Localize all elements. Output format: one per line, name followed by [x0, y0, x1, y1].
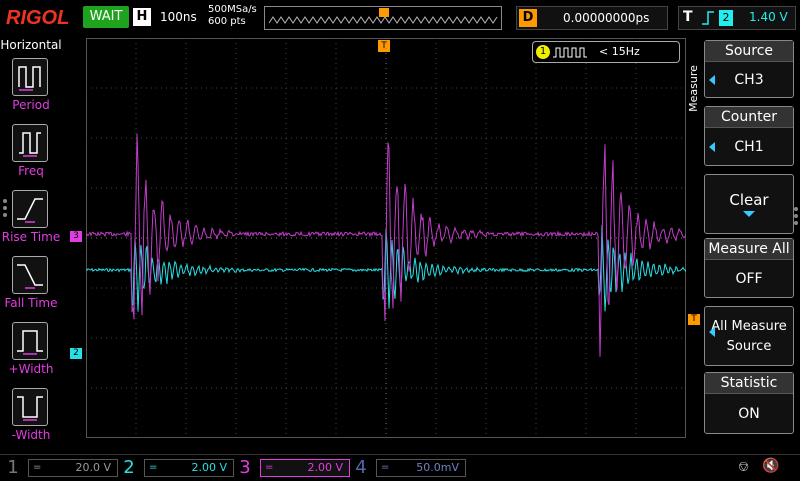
counter-value-select: CH1: [734, 139, 764, 155]
all-measure-source-softkey[interactable]: All Measure Source: [704, 306, 794, 366]
chevron-left-icon: [709, 142, 715, 152]
speaker-mute-icon[interactable]: 🔇: [762, 458, 779, 474]
frequency-counter-readout: 1 < 15Hz: [532, 41, 680, 63]
chevron-down-icon: [743, 211, 755, 217]
trigger-level: 1.40 V: [749, 10, 788, 24]
channel-bar: 1 = 20.0 V 2 = 2.00 V 3 = 2.00 V 4 = 50.0mV …: [0, 454, 800, 481]
delay-value: 0.00000000ps: [563, 11, 650, 25]
source-softkey[interactable]: Source CH3: [704, 40, 794, 98]
clear-label: Clear: [729, 191, 769, 209]
trigger-display[interactable]: T 2 1.40 V: [678, 6, 796, 30]
run-state-badge[interactable]: WAIT: [83, 6, 129, 28]
measure-period-button[interactable]: Period: [0, 58, 62, 122]
measure-all-softkey[interactable]: Measure All OFF: [704, 238, 794, 298]
memory-overview: [264, 6, 502, 30]
counter-waveform-icon: [553, 47, 587, 58]
trigger-level-marker[interactable]: T: [688, 314, 700, 325]
dc-coupling-icon: =: [149, 462, 158, 473]
delay-display[interactable]: D 0.00000000ps: [516, 6, 668, 30]
measure-positive-width-button[interactable]: +Width: [0, 322, 62, 386]
counter-softkey[interactable]: Counter CH1: [704, 106, 794, 166]
statistic-value: ON: [738, 406, 760, 422]
sample-rate: 500MSa/s: [208, 4, 257, 15]
horizontal-measure-panel: Horizontal Period Freq Rise Time Fall Ti…: [0, 38, 62, 448]
right-panel-page-dots: [793, 204, 799, 228]
usb-icon: ⎊: [738, 459, 750, 475]
measure-rise-time-button[interactable]: Rise Time: [0, 190, 62, 254]
rise-time-icon: [12, 190, 48, 228]
dc-coupling-icon: =: [265, 462, 274, 473]
left-panel-title: Horizontal: [0, 38, 62, 52]
ch3-offset-marker[interactable]: 3: [70, 231, 82, 242]
rising-edge-icon: [701, 9, 715, 31]
timebase-key: H: [133, 8, 151, 26]
fall-time-icon: [12, 256, 48, 294]
status-bar: RIGOL WAIT H 100ns 500MSa/s 600 pts D 0.…: [0, 0, 800, 36]
trigger-channel: 2: [719, 10, 733, 26]
memory-overview-waveform: [268, 8, 498, 24]
measure-frequency-button[interactable]: Freq: [0, 124, 62, 188]
dc-coupling-icon: =: [381, 462, 390, 473]
negative-width-icon: [12, 388, 48, 426]
rigol-logo: RIGOL: [6, 7, 70, 29]
measure-fall-time-button[interactable]: Fall Time: [0, 256, 62, 320]
left-panel-page-dots: [2, 196, 8, 220]
trigger-key: T: [683, 9, 693, 25]
acquisition-info: 500MSa/s 600 pts: [208, 4, 257, 28]
waveform-canvas: [85, 38, 687, 438]
memory-trigger-position: [379, 8, 389, 17]
chevron-left-icon: [709, 327, 715, 337]
memory-depth: 600 pts: [208, 16, 246, 27]
positive-width-icon: [12, 322, 48, 360]
frequency-icon: [12, 124, 48, 162]
ch2-offset-marker[interactable]: 2: [70, 348, 82, 359]
delay-key: D: [519, 9, 537, 27]
dc-coupling-icon: =: [33, 462, 42, 473]
counter-channel-badge: 1: [536, 45, 550, 59]
timebase-value[interactable]: 100ns: [160, 10, 197, 24]
waveform-display[interactable]: 1 < 15Hz: [85, 38, 687, 438]
clear-softkey[interactable]: Clear: [704, 174, 794, 234]
counter-value: < 15Hz: [599, 45, 640, 58]
statistic-softkey[interactable]: Statistic ON: [704, 372, 794, 434]
measure-negative-width-button[interactable]: -Width: [0, 388, 62, 452]
chevron-left-icon: [709, 75, 715, 85]
period-icon: [12, 58, 48, 96]
source-value: CH3: [734, 72, 764, 88]
measure-all-value: OFF: [735, 271, 763, 287]
